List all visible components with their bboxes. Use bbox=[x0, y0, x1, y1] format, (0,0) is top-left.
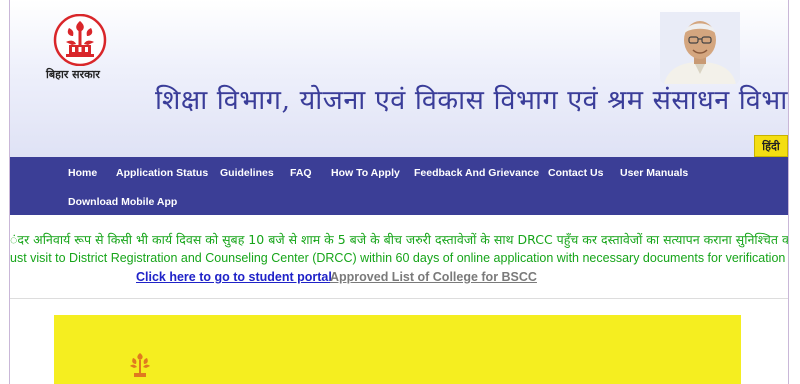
student-portal-link[interactable]: Click here to go to student portal bbox=[136, 270, 332, 284]
nav-item-home[interactable]: Home bbox=[68, 167, 97, 179]
nav-item-contact-us[interactable]: Contact Us bbox=[548, 167, 603, 179]
government-label: बिहार सरकार bbox=[46, 68, 100, 81]
section-divider bbox=[10, 298, 788, 299]
notice-english: ust visit to District Registration and C… bbox=[10, 251, 789, 265]
main-navigation: Home Application Status Guidelines FAQ H… bbox=[10, 157, 788, 215]
chief-minister-photo bbox=[660, 12, 740, 84]
approved-college-list-link[interactable]: Approved List of College for BSCC bbox=[330, 270, 537, 284]
bihar-emblem-icon bbox=[53, 14, 107, 66]
banner-panel bbox=[54, 315, 741, 384]
nav-item-application-status[interactable]: Application Status bbox=[116, 167, 208, 179]
nav-item-feedback[interactable]: Feedback And Grievance bbox=[414, 167, 539, 179]
notice-hindi: ंदर अनिवार्य रूप से किसी भी कार्य दिवस क… bbox=[10, 232, 789, 247]
page-frame: बिहार सरकार शिक्षा विभाग, योजना एवं विका… bbox=[9, 0, 789, 384]
nav-item-guidelines[interactable]: Guidelines bbox=[220, 167, 274, 179]
nav-item-how-to-apply[interactable]: How To Apply bbox=[331, 167, 400, 179]
site-header: बिहार सरकार शिक्षा विभाग, योजना एवं विका… bbox=[10, 0, 789, 157]
nav-item-download-mobile-app[interactable]: Download Mobile App bbox=[68, 196, 177, 208]
page-title: शिक्षा विभाग, योजना एवं विकास विभाग एवं … bbox=[155, 85, 789, 116]
language-toggle-button[interactable]: हिंदी bbox=[754, 135, 788, 157]
tree-emblem-icon bbox=[130, 353, 150, 377]
nav-item-faq[interactable]: FAQ bbox=[290, 167, 312, 179]
nav-item-user-manuals[interactable]: User Manuals bbox=[620, 167, 688, 179]
